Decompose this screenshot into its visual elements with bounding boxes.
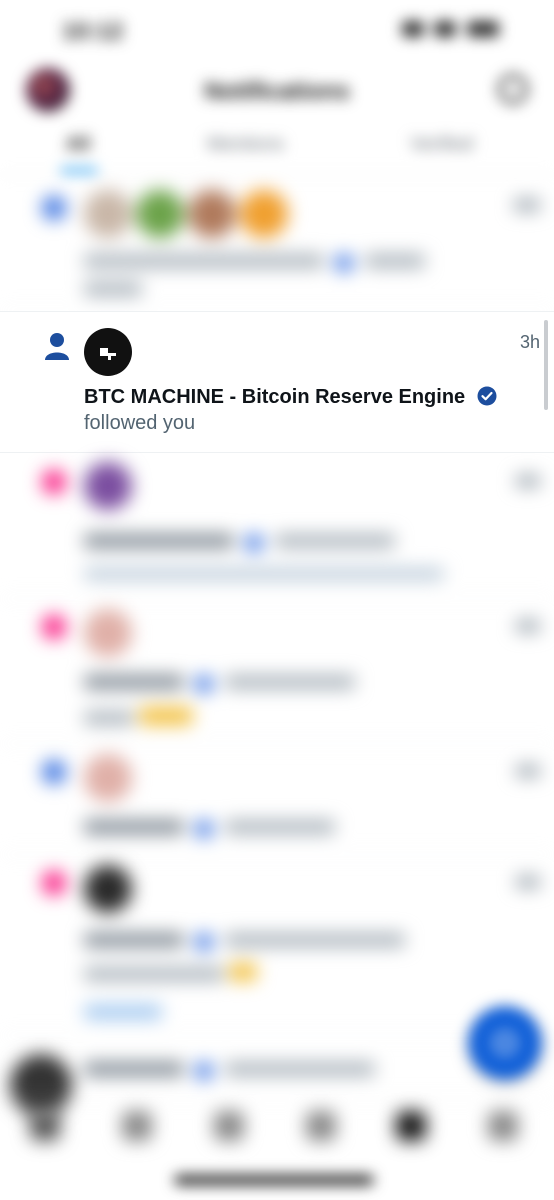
page-title: Notifications [204,78,350,105]
home-icon[interactable] [30,1111,60,1141]
notification-text [84,564,444,586]
heart-icon [42,470,66,494]
status-time: 10:12 [62,18,124,45]
tab-indicator [60,168,98,173]
heart-icon [42,871,66,895]
home-indicator[interactable] [174,1175,374,1185]
star-icon [42,760,66,784]
avatar [84,190,132,238]
scrollbar[interactable] [544,320,548,410]
notification-text [84,280,142,302]
btc-machine-logo-icon [100,348,116,360]
communities-icon[interactable] [306,1111,336,1141]
status-icons [396,20,506,44]
avatar [240,190,288,238]
notification-time [516,873,540,893]
avatar [188,190,236,238]
notifications-screen: 10:12 Notifications All Mentions Verifie… [0,0,554,1200]
account-name[interactable]: BTC MACHINE - Bitcoin Reserve Engine [84,386,465,408]
notification-text [84,673,355,695]
header: Notifications [0,62,554,118]
search-icon[interactable] [122,1111,152,1141]
notification-text [84,931,405,953]
signal-icon [402,20,424,37]
person-icon [45,333,69,360]
tab-mentions[interactable]: Mentions [207,134,284,156]
notification-time [516,617,540,637]
wifi-icon [434,20,457,37]
notification-time [514,196,540,216]
notification-item[interactable] [0,744,554,855]
notification-text [84,252,425,274]
notification-item[interactable] [0,452,554,599]
star-icon [42,196,66,220]
notification-action: followed you [84,412,196,434]
notification-text [84,1060,375,1082]
tab-bar: All Mentions Verified [0,122,554,175]
bottom-nav [0,1098,554,1159]
follow-notification[interactable]: 3h BTC MACHINE - Bitcoin Reserve Engine … [0,311,554,453]
tab-all[interactable]: All [66,134,90,156]
show-all-link[interactable] [84,1003,162,1025]
tab-verified[interactable]: Verified [410,134,473,156]
avatar [84,754,132,802]
notification-text [84,707,194,731]
notification-text [84,963,258,987]
account-avatar[interactable] [84,328,132,376]
compose-button[interactable] [468,1006,542,1080]
notification-text [84,532,395,554]
notification-time [516,762,540,782]
avatar [84,462,132,510]
notification-time [516,472,540,492]
account-name-row[interactable]: BTC MACHINE - Bitcoin Reserve Engine [84,386,497,409]
notification-text [84,818,335,840]
messages-icon[interactable] [488,1111,518,1141]
notification-item[interactable] [0,599,554,744]
gear-icon[interactable] [498,74,528,104]
notification-item[interactable] [0,176,554,311]
notification-item[interactable] [0,855,554,1036]
grok-icon[interactable] [214,1111,244,1141]
avatar [84,609,132,657]
avatar [84,865,132,913]
notifications-icon[interactable] [396,1111,426,1141]
battery-icon [466,20,499,37]
heart-icon [42,615,66,639]
verified-badge-icon [477,386,497,406]
notification-time: 3h [519,332,540,352]
compose-icon [494,1032,516,1054]
avatar [136,190,184,238]
status-bar: 10:12 [0,0,554,62]
